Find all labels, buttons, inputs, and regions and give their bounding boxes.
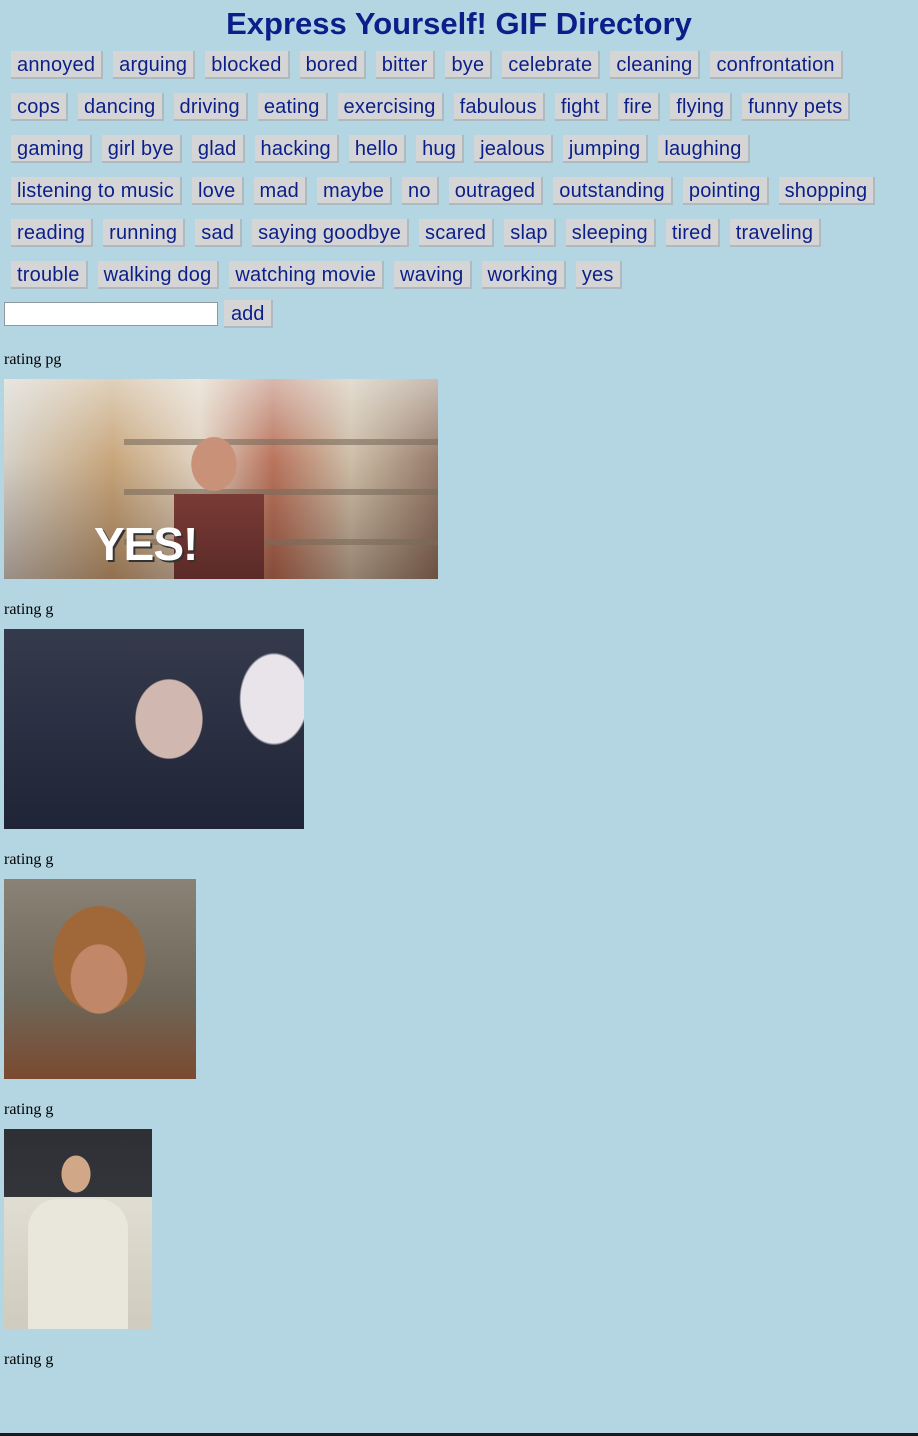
gif-result: rating g [4,1101,918,1329]
gif-image[interactable]: YES! [4,379,438,579]
tag-button-sleeping[interactable]: sleeping [565,219,656,247]
gif-result: rating g [4,601,918,829]
tag-button-love[interactable]: love [192,177,244,205]
add-tag-input[interactable] [4,302,218,326]
tag-button-reading[interactable]: reading [11,219,94,247]
tag-button-fight[interactable]: fight [554,93,608,121]
tag-button-cleaning[interactable]: cleaning [610,51,701,79]
tag-button-flying[interactable]: flying [670,93,733,121]
tag-button-bored[interactable]: bored [299,51,366,79]
tag-button-yes[interactable]: yes [575,261,622,289]
gif-result: rating g [4,851,918,1079]
tag-button-tired[interactable]: tired [665,219,720,247]
tag-button-annoyed[interactable]: annoyed [11,51,104,79]
tag-button-walking-dog[interactable]: walking dog [97,261,220,289]
add-button[interactable]: add [224,300,274,328]
tag-button-celebrate[interactable]: celebrate [502,51,601,79]
tag-button-pointing[interactable]: pointing [682,177,769,205]
tag-button-mad[interactable]: mad [253,177,308,205]
tag-button-traveling[interactable]: traveling [729,219,822,247]
tag-button-exercising[interactable]: exercising [337,93,444,121]
rating-label: rating g [4,601,54,618]
tag-button-eating[interactable]: eating [257,93,328,121]
tag-button-funny-pets[interactable]: funny pets [742,93,851,121]
tag-button-bye[interactable]: bye [445,51,493,79]
page-title: Express Yourself! GIF Directory [226,6,692,41]
tag-button-gaming[interactable]: gaming [11,135,92,163]
gif-caption: YES! [94,518,198,570]
tag-button-outstanding[interactable]: outstanding [553,177,673,205]
tag-button-trouble[interactable]: trouble [11,261,88,289]
tag-button-jealous[interactable]: jealous [474,135,553,163]
tag-button-outraged[interactable]: outraged [448,177,544,205]
tag-button-bitter[interactable]: bitter [375,51,436,79]
tag-button-hug[interactable]: hug [416,135,465,163]
tag-button-list: annoyed arguing blocked bored bitter bye… [0,43,891,299]
tag-button-no[interactable]: no [402,177,439,205]
rating-label: rating pg [4,351,62,368]
tag-button-waving[interactable]: waving [394,261,472,289]
gif-image[interactable] [4,879,196,1079]
tag-button-working[interactable]: working [481,261,566,289]
gif-image[interactable] [4,629,304,829]
add-tag-form: add [4,299,918,329]
tag-button-driving[interactable]: driving [173,93,248,121]
tag-button-listening-to-music[interactable]: listening to music [11,177,182,205]
tag-button-confrontation[interactable]: confrontation [710,51,843,79]
tag-button-maybe[interactable]: maybe [317,177,393,205]
tag-button-cops[interactable]: cops [11,93,69,121]
gif-image[interactable] [4,1129,152,1329]
tag-button-fire[interactable]: fire [617,93,661,121]
tag-button-laughing[interactable]: laughing [658,135,750,163]
gif-result: rating g [4,1351,918,1369]
tag-button-dancing[interactable]: dancing [78,93,164,121]
tag-button-fabulous[interactable]: fabulous [453,93,545,121]
tag-button-shopping[interactable]: shopping [778,177,876,205]
rating-label: rating g [4,1351,54,1368]
rating-label: rating g [4,851,54,868]
tag-button-blocked[interactable]: blocked [205,51,290,79]
tag-button-watching-movie[interactable]: watching movie [229,261,385,289]
tag-button-hacking[interactable]: hacking [254,135,339,163]
tag-button-running[interactable]: running [103,219,186,247]
tag-button-scared[interactable]: scared [419,219,495,247]
tag-button-slap[interactable]: slap [504,219,556,247]
tag-button-girl-bye[interactable]: girl bye [101,135,182,163]
tag-button-sad[interactable]: sad [195,219,243,247]
tag-button-hello[interactable]: hello [348,135,407,163]
tag-button-arguing[interactable]: arguing [113,51,196,79]
tag-button-saying-goodbye[interactable]: saying goodbye [252,219,410,247]
rating-label: rating g [4,1101,54,1118]
tag-button-jumping[interactable]: jumping [562,135,649,163]
tag-button-glad[interactable]: glad [191,135,245,163]
gif-result: rating pg YES! [4,351,918,579]
